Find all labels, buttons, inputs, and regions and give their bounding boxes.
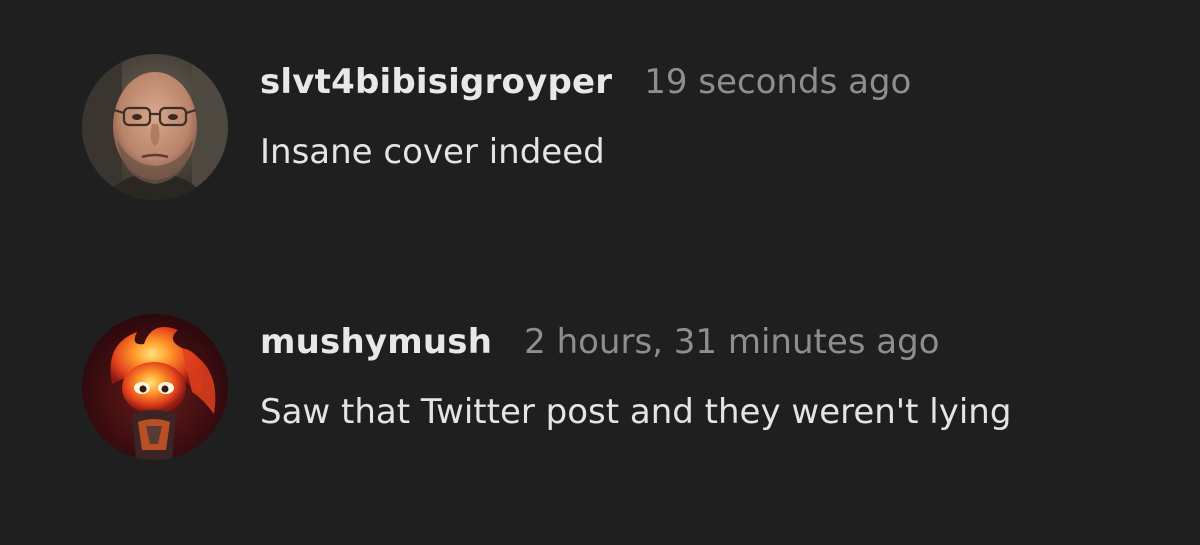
comment-thread: slvt4bibisigroyper 19 seconds ago Insane… — [0, 0, 1200, 545]
avatar[interactable] — [82, 54, 228, 200]
avatar-man-glasses-image — [82, 54, 228, 200]
comment-timestamp[interactable]: 19 seconds ago — [644, 62, 911, 102]
comment-meta: mushymush 2 hours, 31 minutes ago — [260, 322, 1011, 370]
comment-timestamp[interactable]: 2 hours, 31 minutes ago — [524, 322, 939, 362]
comment-item: slvt4bibisigroyper 19 seconds ago Insane… — [82, 54, 911, 200]
username-link[interactable]: mushymush — [260, 322, 492, 362]
comment-body: mushymush 2 hours, 31 minutes ago Saw th… — [260, 314, 1011, 432]
comment-item: mushymush 2 hours, 31 minutes ago Saw th… — [82, 314, 1011, 460]
avatar[interactable] — [82, 314, 228, 460]
username-link[interactable]: slvt4bibisigroyper — [260, 62, 612, 102]
comment-meta: slvt4bibisigroyper 19 seconds ago — [260, 62, 911, 110]
comment-text: Saw that Twitter post and they weren't l… — [260, 392, 1012, 432]
comment-text: Insane cover indeed — [260, 132, 605, 172]
comment-body: slvt4bibisigroyper 19 seconds ago Insane… — [260, 54, 911, 172]
avatar-fire-character-image — [82, 314, 228, 460]
